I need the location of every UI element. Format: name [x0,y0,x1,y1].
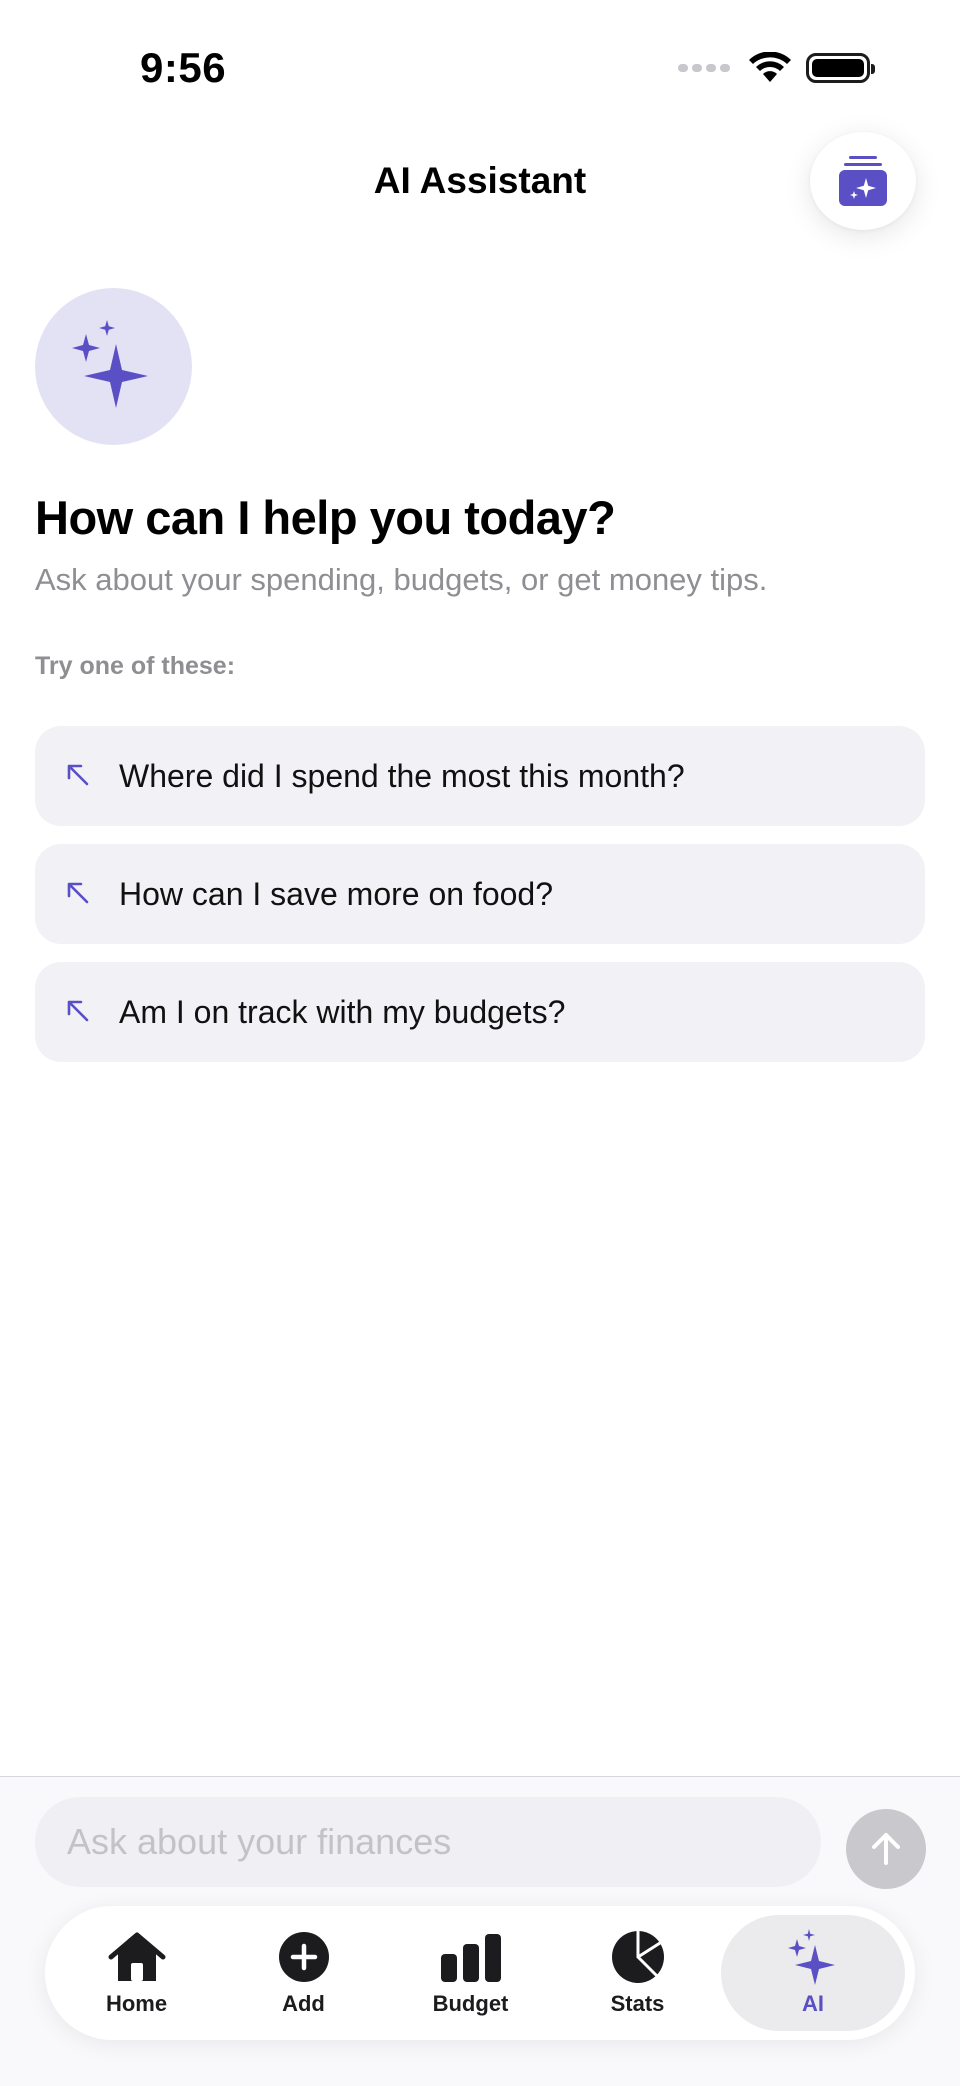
tab-ai[interactable]: AI [721,1915,905,2031]
pie-chart-icon [611,1930,664,1983]
suggestion-chip[interactable]: Am I on track with my budgets? [35,962,925,1062]
cellular-signal-icon [678,64,730,72]
battery-icon [806,53,875,83]
hero-subtitle: Ask about your spending, budgets, or get… [35,562,768,597]
suggestion-list: Where did I spend the most this month? H… [35,726,925,1080]
suggestion-text: How can I save more on food? [119,875,554,912]
status-time: 9:56 [140,44,227,91]
chat-input[interactable] [35,1797,821,1887]
assistant-avatar [35,288,192,445]
home-icon [108,1932,165,1981]
plus-circle-icon [278,1932,329,1982]
tab-stats[interactable]: Stats [554,1915,721,2031]
ai-assistant-screen: 9:56 AI Assistant How can I help you tod… [0,0,960,2086]
send-button[interactable] [846,1809,926,1889]
tab-label: Stats [610,1991,665,2016]
tab-budget[interactable]: Budget [387,1915,554,2031]
tab-label: Add [282,1991,325,2016]
sparkles-icon [788,1929,835,1985]
suggestion-text: Am I on track with my budgets? [119,993,566,1030]
status-indicators [678,52,875,84]
suggestion-text: Where did I spend the most this month? [119,757,685,794]
suggestions-label: Try one of these: [35,652,236,680]
sparkles-icon [71,319,148,408]
arrow-up-left-icon [65,998,93,1026]
tab-home[interactable]: Home [53,1915,220,2031]
tab-label: Budget [432,1991,509,2016]
tab-add[interactable]: Add [220,1915,387,2031]
suggestion-chip[interactable]: How can I save more on food? [35,844,925,944]
arrow-up-icon [872,1833,900,1865]
suggestion-chip[interactable]: Where did I spend the most this month? [35,726,925,826]
tab-label: Home [105,1991,168,2016]
tab-bar: Home Add Budget Stats AI [45,1906,915,2040]
bar-chart-icon [440,1934,501,1982]
hero-title: How can I help you today? [35,491,616,544]
history-sparkle-icon [839,156,887,206]
tab-label: AI [802,1991,824,2016]
wifi-icon [749,52,791,82]
chat-history-button[interactable] [810,132,916,230]
arrow-up-left-icon [65,762,93,790]
arrow-up-left-icon [65,880,93,908]
